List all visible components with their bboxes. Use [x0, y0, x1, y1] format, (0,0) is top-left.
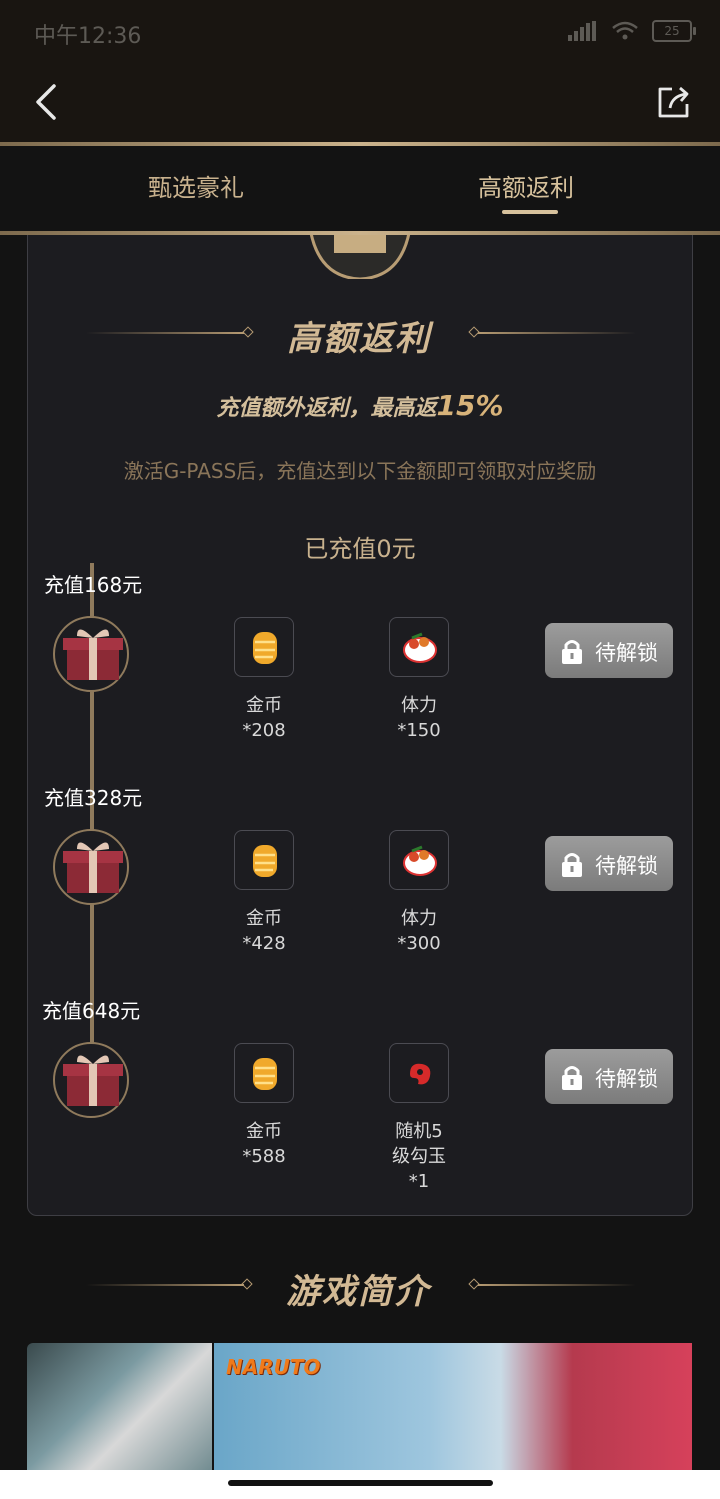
reward-label: 体力 *150 [364, 693, 474, 743]
reward-label: 体力 *300 [364, 906, 474, 956]
reward-name: 金币 [246, 1121, 282, 1142]
reward-name: 金币 [246, 908, 282, 929]
reward-label: 金币 *588 [209, 1119, 319, 1169]
lock-icon [562, 640, 582, 664]
unlock-pending-button[interactable]: 待解锁 [545, 623, 673, 678]
battery-icon: 25 [652, 20, 696, 42]
gift-box-icon [53, 829, 129, 905]
reward-name: 体力 [401, 695, 437, 716]
nav-bar [0, 64, 720, 142]
status-time: 中午12:36 [34, 24, 142, 49]
game-screenshot-1[interactable] [27, 1343, 212, 1473]
signal-icon [568, 21, 598, 41]
reward-qty: *208 [242, 720, 286, 741]
rebate-subtitle: 充值额外返利，最高返15% [28, 389, 692, 422]
back-icon[interactable] [28, 82, 68, 122]
stamina-ramen-icon [389, 830, 449, 890]
ornament-dot [242, 326, 254, 338]
tier-label: 充值328元 [44, 786, 143, 810]
tab-high-rebate[interactable]: 高额返利 [478, 168, 574, 203]
reward-label: 金币 *428 [209, 906, 319, 956]
lock-icon [562, 853, 582, 877]
reward-qty: *588 [242, 1146, 286, 1167]
reward-name: 随机5 [395, 1121, 443, 1142]
button-label: 待解锁 [595, 641, 658, 665]
game-screenshot-2[interactable]: NARUTO [214, 1343, 692, 1473]
button-label: 待解锁 [595, 1067, 658, 1091]
tier-label: 充值648元 [42, 999, 141, 1023]
ornament-line-left [86, 1284, 244, 1286]
lock-icon [562, 1066, 582, 1090]
rebate-title: 高额返利 [287, 319, 431, 359]
coin-reward-icon [234, 617, 294, 677]
reward-qty: *150 [397, 720, 441, 741]
tab-active-indicator [502, 210, 558, 214]
tab-bar-bg [0, 146, 720, 231]
subtitle-percent: 15% [436, 389, 504, 422]
unlock-pending-button[interactable]: 待解锁 [545, 1049, 673, 1104]
game-intro-title: 游戏简介 [286, 1272, 430, 1312]
magatama-icon [389, 1043, 449, 1103]
tier-label: 充值168元 [44, 573, 143, 597]
status-icons: 25 [568, 20, 696, 42]
reward-label: 随机5 级勾玉 *1 [364, 1119, 474, 1194]
ornament-line-right [478, 332, 636, 334]
stamina-ramen-icon [389, 617, 449, 677]
ornament-dot [241, 1278, 253, 1290]
charged-amount: 已充值0元 [304, 535, 416, 563]
status-bar: 中午12:36 25 [0, 0, 720, 64]
reward-name: 级勾玉 [392, 1146, 446, 1167]
reward-name: 体力 [401, 908, 437, 929]
gift-box-icon [53, 616, 129, 692]
button-label: 待解锁 [595, 854, 658, 878]
ornament-line-left [86, 332, 244, 334]
wifi-icon [612, 21, 638, 40]
unlock-pending-button[interactable]: 待解锁 [545, 836, 673, 891]
divider [0, 231, 720, 235]
home-indicator[interactable] [228, 1480, 493, 1486]
naruto-logo: NARUTO [226, 1355, 321, 1379]
reward-label: 金币 *208 [209, 693, 319, 743]
coin-reward-icon [234, 1043, 294, 1103]
rebate-card: 高额返利 充值额外返利，最高返15% 激活G-PASS后，充值达到以下金额即可领… [27, 200, 693, 1216]
reward-name: 金币 [246, 695, 282, 716]
reward-qty: *300 [397, 933, 441, 954]
reward-qty: *1 [408, 1171, 430, 1192]
coin-reward-icon [234, 830, 294, 890]
tab-selected-gifts[interactable]: 甄选豪礼 [148, 168, 244, 203]
subtitle-text: 充值额外返利，最高返 [216, 396, 437, 421]
gift-box-icon [53, 1042, 129, 1118]
ornament-line-right [478, 1284, 636, 1286]
share-icon[interactable] [656, 84, 692, 120]
reward-qty: *428 [242, 933, 286, 954]
rebate-description: 激活G-PASS后，充值达到以下金额即可领取对应奖励 [123, 459, 597, 483]
